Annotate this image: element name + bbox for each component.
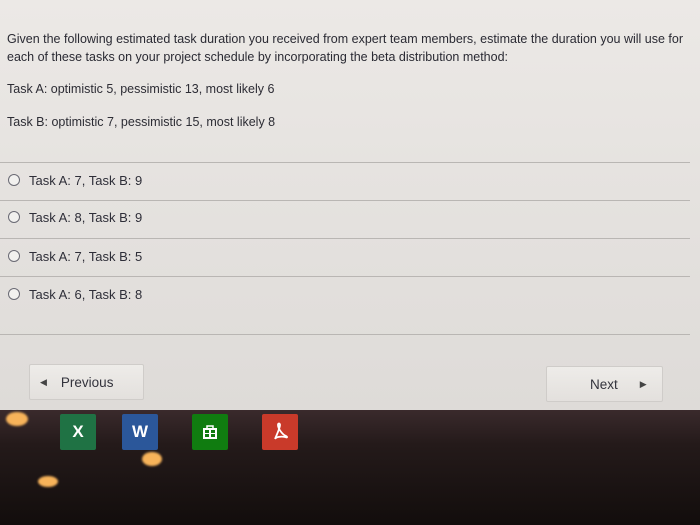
option-label: Task A: 8, Task B: 9 — [29, 209, 143, 225]
acrobat-glyph — [274, 422, 288, 440]
option-label: Task A: 7, Task B: 9 — [29, 172, 143, 188]
radio-button[interactable] — [8, 174, 20, 186]
chevron-right-icon: ▶ — [639, 378, 647, 389]
radio-button[interactable] — [8, 211, 20, 223]
divider — [0, 238, 690, 239]
divider — [0, 276, 690, 277]
radio-button[interactable] — [8, 288, 20, 300]
divider — [0, 200, 690, 201]
answer-option-4[interactable]: Task A: 6, Task B: 8 — [8, 283, 142, 305]
question-text: Given the following estimated task durat… — [7, 32, 684, 64]
taskbar — [0, 410, 700, 525]
store-bag-glyph — [203, 425, 217, 439]
option-label: Task A: 7, Task B: 5 — [29, 248, 143, 264]
answer-option-3[interactable]: Task A: 7, Task B: 5 — [8, 245, 142, 267]
acrobat-icon[interactable] — [262, 414, 298, 450]
word-icon[interactable]: W — [122, 414, 158, 450]
answer-option-2[interactable]: Task A: 8, Task B: 9 — [8, 206, 142, 228]
light-glare — [142, 452, 162, 466]
radio-button[interactable] — [8, 250, 20, 262]
option-label: Task A: 6, Task B: 8 — [29, 286, 143, 302]
light-glare — [38, 476, 58, 487]
previous-button[interactable]: ◀ Previous — [29, 364, 144, 400]
task-a-estimate: Task A: optimistic 5, pessimistic 13, mo… — [7, 82, 275, 96]
divider — [0, 334, 690, 335]
divider — [0, 162, 690, 163]
light-glare — [6, 412, 28, 426]
answer-option-1[interactable]: Task A: 7, Task B: 9 — [8, 169, 142, 191]
chevron-left-icon: ◀ — [40, 376, 47, 387]
quiz-screen: Given the following estimated task durat… — [0, 0, 700, 410]
store-icon[interactable] — [192, 414, 228, 450]
next-button[interactable]: Next ▶ — [546, 366, 663, 402]
excel-icon[interactable]: X — [60, 414, 96, 450]
previous-label: Previous — [60, 374, 114, 390]
task-b-estimate: Task B: optimistic 7, pessimistic 15, mo… — [7, 115, 276, 129]
next-label: Next — [590, 376, 618, 392]
